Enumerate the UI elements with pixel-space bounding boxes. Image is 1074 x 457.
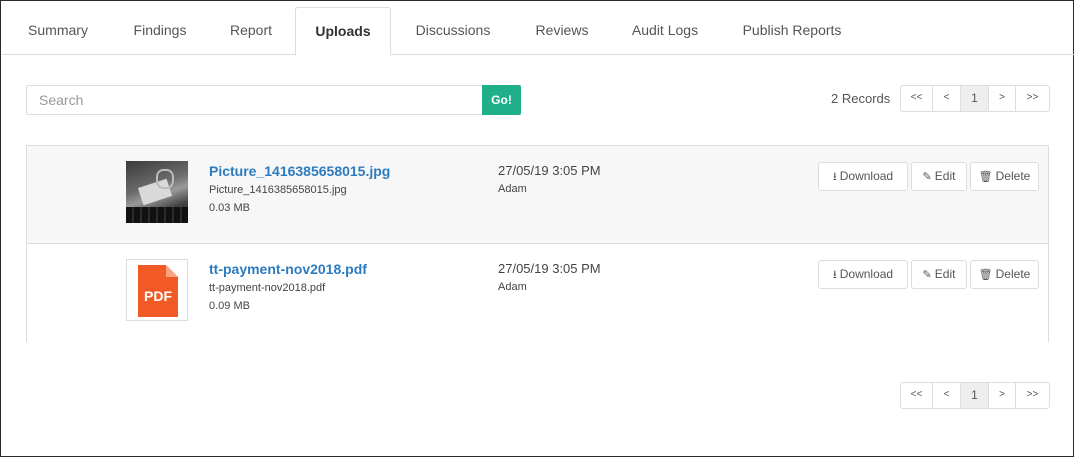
go-button[interactable]: Go!	[482, 85, 521, 115]
download-icon: ⭳	[832, 171, 837, 183]
pagination-bottom: << < 1 > >>	[900, 382, 1050, 409]
file-row: Picture_1416385658015.jpg Picture_141638…	[27, 146, 1048, 244]
tab-discussions[interactable]: Discussions	[391, 7, 515, 55]
uploaded-by: Adam	[498, 281, 527, 293]
file-title-link[interactable]: tt-payment-nov2018.pdf	[209, 261, 367, 277]
edit-label: Edit	[934, 267, 956, 281]
tab-uploads[interactable]: Uploads	[295, 7, 391, 56]
page-number-button[interactable]: 1	[961, 383, 989, 408]
uploads-panel: Summary Findings Report Uploads Discussi…	[0, 0, 1074, 457]
download-label: Download	[839, 169, 894, 183]
upload-date: 27/05/19 3:05 PM	[498, 163, 601, 178]
next-page-button[interactable]: >	[989, 86, 1016, 111]
page-number-button[interactable]: 1	[961, 86, 989, 111]
tab-audit-logs[interactable]: Audit Logs	[609, 7, 721, 55]
pencil-icon: ✎	[922, 269, 932, 281]
tab-findings[interactable]: Findings	[114, 7, 206, 55]
edit-button[interactable]: ✎ Edit	[911, 162, 967, 191]
upload-date: 27/05/19 3:05 PM	[498, 261, 601, 276]
pagination-top: << < 1 > >>	[900, 85, 1050, 112]
delete-label: Delete	[995, 169, 1031, 183]
delete-label: Delete	[995, 267, 1031, 281]
file-list: Picture_1416385658015.jpg Picture_141638…	[26, 145, 1049, 342]
trash-icon: 🗑︎	[978, 171, 993, 183]
prev-page-button[interactable]: <	[933, 86, 961, 111]
trash-icon: 🗑︎	[978, 269, 993, 281]
file-size: 0.09 MB	[209, 300, 250, 312]
tab-reviews[interactable]: Reviews	[515, 7, 609, 55]
uploaded-by: Adam	[498, 183, 527, 195]
tab-bar: Summary Findings Report Uploads Discussi…	[2, 7, 1074, 56]
search-input[interactable]	[26, 85, 482, 115]
file-title-link[interactable]: Picture_1416385658015.jpg	[209, 163, 390, 179]
delete-button[interactable]: 🗑︎ Delete	[970, 260, 1039, 289]
download-label: Download	[839, 267, 894, 281]
last-page-button[interactable]: >>	[1016, 383, 1049, 408]
file-row: PDF tt-payment-nov2018.pdf tt-payment-no…	[27, 244, 1048, 342]
tab-summary[interactable]: Summary	[2, 7, 114, 55]
pdf-file-icon: PDF	[138, 265, 178, 317]
delete-button[interactable]: 🗑︎ Delete	[970, 162, 1039, 191]
records-count: 2 Records	[831, 91, 891, 106]
download-button[interactable]: ⭳ Download	[818, 260, 908, 289]
pdf-label: PDF	[144, 288, 172, 304]
photo-glasses-shape	[156, 169, 174, 189]
pencil-icon: ✎	[922, 171, 932, 183]
file-size: 0.03 MB	[209, 202, 250, 214]
pdf-thumbnail[interactable]: PDF	[126, 259, 188, 321]
edit-button[interactable]: ✎ Edit	[911, 260, 967, 289]
edit-label: Edit	[934, 169, 956, 183]
tab-report[interactable]: Report	[206, 7, 296, 55]
download-button[interactable]: ⭳ Download	[818, 162, 908, 191]
tab-publish-reports[interactable]: Publish Reports	[721, 7, 863, 55]
image-thumbnail[interactable]	[126, 161, 188, 223]
file-name: Picture_1416385658015.jpg	[209, 184, 347, 196]
next-page-button[interactable]: >	[989, 383, 1016, 408]
first-page-button[interactable]: <<	[901, 383, 933, 408]
prev-page-button[interactable]: <	[933, 383, 961, 408]
file-name: tt-payment-nov2018.pdf	[209, 282, 326, 294]
photo-keyboard-shape	[126, 207, 188, 223]
download-icon: ⭳	[832, 269, 837, 281]
last-page-button[interactable]: >>	[1016, 86, 1049, 111]
first-page-button[interactable]: <<	[901, 86, 933, 111]
